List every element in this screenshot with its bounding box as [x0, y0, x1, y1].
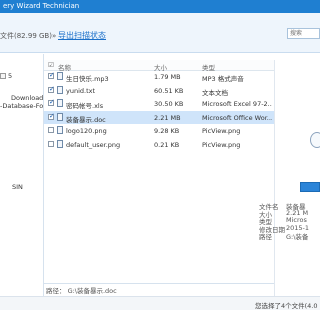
table-row[interactable]: 装备暴示.doc 2.21 MB Microsoft Office Wor... [44, 110, 274, 124]
file-icon [57, 99, 63, 108]
file-icon [57, 140, 63, 148]
drive-info: 文件(82.99 GB)» [0, 32, 57, 40]
table-row[interactable]: yunid.txt 60.51 KB 文本文档 [44, 84, 274, 97]
detail-value: G:\装备 [286, 233, 309, 241]
file-name: logo120.png [66, 127, 107, 136]
tree-item[interactable]: Download [11, 94, 43, 102]
file-list: ☑ 名称 大小 类型 生日快乐.mp31.79 MBMP3 格式声音yunid.… [44, 60, 274, 304]
file-name: yunid.txt [66, 86, 96, 95]
table-row[interactable]: default_user.png 0.21 KB PicView.png [44, 138, 274, 151]
folder-tree: 5 Download -Database-For- SIN [0, 54, 44, 305]
file-type: MP3 格式声音 [202, 75, 244, 83]
file-name: 生日快乐.mp3 [66, 75, 109, 83]
table-row[interactable]: 密码帐号.xls 30.50 KB Microsoft Excel 97-2... [44, 97, 274, 110]
row-checkbox[interactable] [48, 112, 55, 120]
tree-item[interactable]: -Database-For- [0, 102, 43, 110]
document-preview-icon [310, 132, 320, 148]
table-row[interactable]: logo120.png 9.28 KB PicView.png [44, 124, 274, 137]
row-checkbox[interactable] [48, 98, 55, 107]
restore-button[interactable] [300, 182, 320, 192]
tree-item[interactable]: 5 [0, 72, 12, 80]
file-size: 0.21 KB [154, 141, 180, 149]
file-type: PicView.png [202, 141, 241, 149]
file-type: Microsoft Excel 97-2... [202, 100, 272, 109]
toolbar: 文件(82.99 GB)» 导出扫描状态 [0, 13, 320, 53]
header-checkbox[interactable]: ☑ [48, 61, 54, 69]
file-icon [57, 85, 63, 94]
file-icon [57, 72, 63, 80]
file-type: Microsoft Office Wor... [202, 113, 272, 122]
folder-icon [0, 73, 6, 79]
row-checkbox[interactable] [48, 71, 55, 79]
export-scan-state-link[interactable]: 导出扫描状态 [58, 30, 106, 41]
file-size: 1.79 MB [154, 73, 181, 81]
selection-status: 您选择了4个文件(4.0 [255, 302, 318, 310]
file-size: 60.51 KB [154, 86, 184, 95]
file-size: 9.28 KB [154, 127, 180, 136]
file-size: 30.50 KB [154, 100, 184, 109]
file-size: 2.21 MB [154, 113, 181, 122]
path-bar: 路径： G:\装备暴示.doc [44, 283, 274, 295]
window-title: ery Wizard Technician [3, 2, 80, 10]
row-checkbox[interactable] [48, 127, 54, 134]
path-text: 路径： G:\装备暴示.doc [46, 287, 117, 295]
search-box[interactable] [287, 28, 320, 39]
search-input[interactable] [288, 29, 319, 38]
status-bar: 您选择了4个文件(4.0 [0, 296, 320, 310]
file-icon [57, 126, 63, 135]
row-checkbox[interactable] [48, 85, 55, 93]
file-type: PicView.png [202, 127, 241, 136]
file-type: 文本文档 [202, 88, 228, 97]
file-name: default_user.png [66, 141, 121, 149]
tree-item-label: 5 [8, 72, 13, 80]
file-name: 装备暴示.doc [66, 115, 106, 124]
tree-item[interactable]: SIN [12, 183, 23, 191]
file-icon [57, 112, 63, 121]
title-bar: ery Wizard Technician [0, 0, 320, 13]
detail-label: 路径 [259, 233, 272, 241]
file-name: 密码帐号.xls [66, 102, 104, 111]
row-checkbox[interactable] [48, 141, 54, 147]
table-row[interactable]: 生日快乐.mp3 1.79 MB MP3 格式声音 [44, 70, 274, 83]
